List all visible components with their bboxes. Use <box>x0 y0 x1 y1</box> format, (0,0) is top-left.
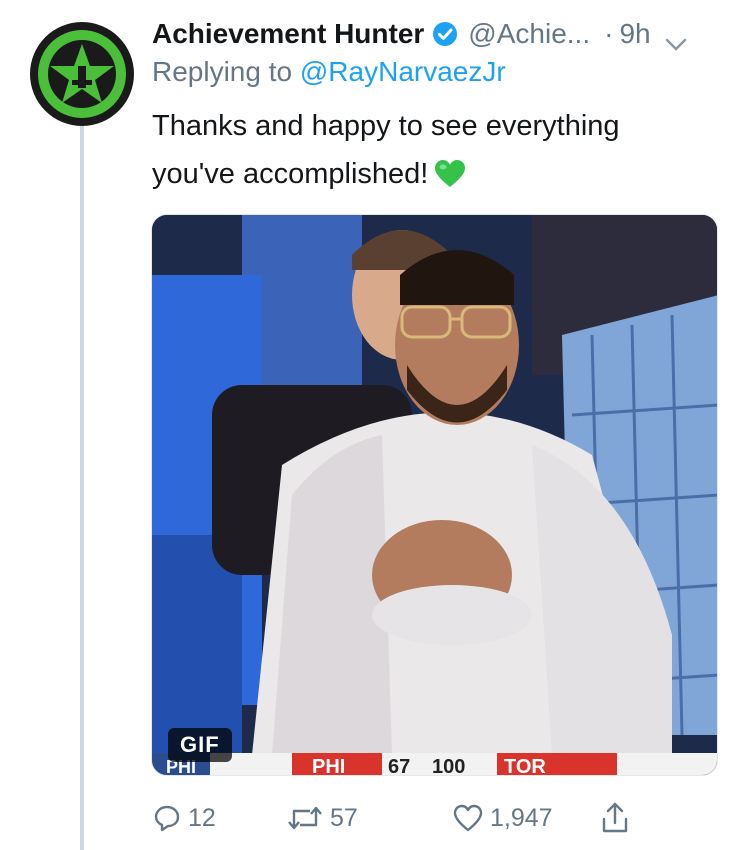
verified-badge-icon <box>432 21 458 47</box>
like-button[interactable]: 1,947 <box>452 796 553 840</box>
reply-icon <box>154 805 180 832</box>
author-handle[interactable]: @Achie... <box>468 18 590 50</box>
replying-to-label: Replying to <box>152 56 300 87</box>
tweet-header: Achievement Hunter @Achie... · 9h <box>152 14 742 54</box>
like-count: 1,947 <box>490 803 553 832</box>
scoreboard-text: PHI <box>312 756 345 776</box>
timestamp[interactable]: 9h <box>619 18 650 50</box>
gif-image-icon: PHI PHI 67 100 TOR <box>152 215 717 776</box>
scoreboard-text: 67 <box>388 756 410 776</box>
reply-button[interactable]: 12 <box>152 796 216 840</box>
green-heart-emoji-icon <box>434 156 466 187</box>
replying-to: Replying to @RayNarvaezJr <box>152 56 506 88</box>
chevron-down-icon[interactable] <box>665 27 687 51</box>
separator-dot: · <box>604 18 614 49</box>
share-button[interactable] <box>600 796 636 840</box>
retweet-count: 57 <box>330 803 358 832</box>
tweet-media-gif[interactable]: PHI PHI 67 100 TOR <box>151 214 718 776</box>
scoreboard-text: TOR <box>504 756 546 776</box>
retweet-icon <box>288 806 322 830</box>
avatar[interactable] <box>30 22 134 126</box>
author-name[interactable]: Achievement Hunter <box>152 18 424 50</box>
replying-to-mention-link[interactable]: @RayNarvaezJr <box>300 56 506 87</box>
reply-count: 12 <box>188 803 216 832</box>
achievement-hunter-logo-icon <box>31 23 133 125</box>
tweet-actions: 12 57 1,947 <box>152 796 652 840</box>
scoreboard-text: 100 <box>432 756 465 776</box>
gif-badge: GIF <box>168 728 232 762</box>
thread-line <box>80 126 84 850</box>
retweet-button[interactable]: 57 <box>286 796 358 840</box>
tweet-text-line: you've accomplished! <box>152 158 429 190</box>
heart-icon <box>453 804 483 832</box>
tweet-text: Thanks and happy to see everything you'v… <box>152 102 712 198</box>
share-icon <box>602 802 628 833</box>
tweet-text-line: Thanks and happy to see everything <box>152 110 620 142</box>
